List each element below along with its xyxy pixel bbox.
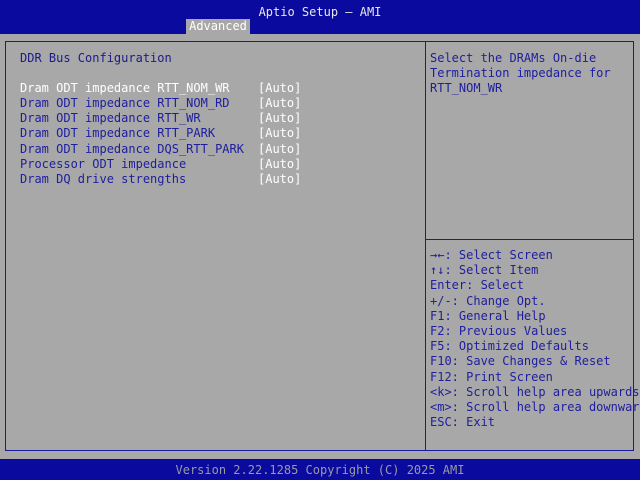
help-line: RTT_NOM_WR bbox=[430, 81, 503, 95]
footer-bar: Version 2.22.1285 Copyright (C) 2025 AMI bbox=[0, 459, 640, 480]
help-line: Termination impedance for bbox=[430, 66, 611, 80]
option-label: Dram ODT impedance RTT_PARK bbox=[20, 126, 216, 140]
help-text: Select the DRAMs On-die Termination impe… bbox=[430, 51, 630, 96]
key-select-item: ↑↓: Select Item bbox=[430, 263, 539, 278]
app-title: Aptio Setup – AMI bbox=[258, 5, 382, 19]
tab-advanced[interactable]: Advanced bbox=[186, 19, 250, 34]
key-scroll-up: <k>: Scroll help area upwards bbox=[430, 384, 640, 399]
key-previous-values: F2: Previous Values bbox=[430, 323, 568, 338]
help-divider bbox=[426, 239, 634, 240]
option-dram-odt-rtt-park[interactable]: Dram ODT impedance RTT_PARK [Auto] bbox=[20, 126, 301, 141]
option-label: Dram ODT impedance RTT_NOM_RD bbox=[20, 96, 230, 110]
key-general-help: F1: General Help bbox=[430, 308, 546, 323]
key-scroll-down: <m>: Scroll help area downwards bbox=[430, 399, 640, 414]
option-value[interactable]: [Auto] bbox=[258, 96, 301, 111]
option-label: Dram DQ drive strengths bbox=[20, 172, 187, 186]
option-value[interactable]: [Auto] bbox=[258, 142, 301, 157]
option-processor-odt-impedance[interactable]: Processor ODT impedance [Auto] bbox=[20, 157, 301, 172]
option-label: Processor ODT impedance bbox=[20, 157, 187, 171]
key-print-screen: F12: Print Screen bbox=[430, 369, 553, 384]
option-value[interactable]: [Auto] bbox=[258, 111, 301, 126]
key-enter-select: Enter: Select bbox=[430, 278, 524, 293]
version-text: Version 2.22.1285 Copyright (C) 2025 AMI bbox=[175, 463, 465, 477]
option-dram-odt-rtt-wr[interactable]: Dram ODT impedance RTT_WR [Auto] bbox=[20, 111, 301, 126]
key-exit: ESC: Exit bbox=[430, 415, 496, 430]
option-label: Dram ODT impedance RTT_NOM_WR bbox=[20, 81, 230, 95]
option-dram-odt-rtt-nom-rd[interactable]: Dram ODT impedance RTT_NOM_RD [Auto] bbox=[20, 96, 301, 111]
option-value[interactable]: [Auto] bbox=[258, 172, 301, 187]
option-value[interactable]: [Auto] bbox=[258, 126, 301, 141]
key-select-screen: →←: Select Screen bbox=[430, 248, 553, 262]
option-value[interactable]: [Auto] bbox=[258, 81, 301, 96]
option-label: Dram ODT impedance RTT_WR bbox=[20, 111, 201, 125]
option-dram-odt-dqs-rtt-park[interactable]: Dram ODT impedance DQS_RTT_PARK [Auto] bbox=[20, 142, 301, 157]
help-line: Select the DRAMs On-die bbox=[430, 51, 597, 65]
vertical-divider bbox=[425, 41, 426, 451]
option-label: Dram ODT impedance DQS_RTT_PARK bbox=[20, 142, 244, 156]
title-bar: Aptio Setup – AMI Advanced bbox=[0, 0, 640, 34]
section-title: DDR Bus Configuration bbox=[20, 51, 172, 65]
option-value[interactable]: [Auto] bbox=[258, 157, 301, 172]
key-optimized-defaults: F5: Optimized Defaults bbox=[430, 339, 589, 354]
key-change-opt: +/-: Change Opt. bbox=[430, 293, 546, 308]
key-legend: →←: Select Screen ↑↓: Select Item Enter:… bbox=[430, 248, 640, 430]
option-dram-dq-drive-strengths[interactable]: Dram DQ drive strengths [Auto] bbox=[20, 172, 301, 187]
option-dram-odt-rtt-nom-wr[interactable]: Dram ODT impedance RTT_NOM_WR [Auto] bbox=[20, 81, 301, 96]
key-save-reset: F10: Save Changes & Reset bbox=[430, 354, 611, 369]
